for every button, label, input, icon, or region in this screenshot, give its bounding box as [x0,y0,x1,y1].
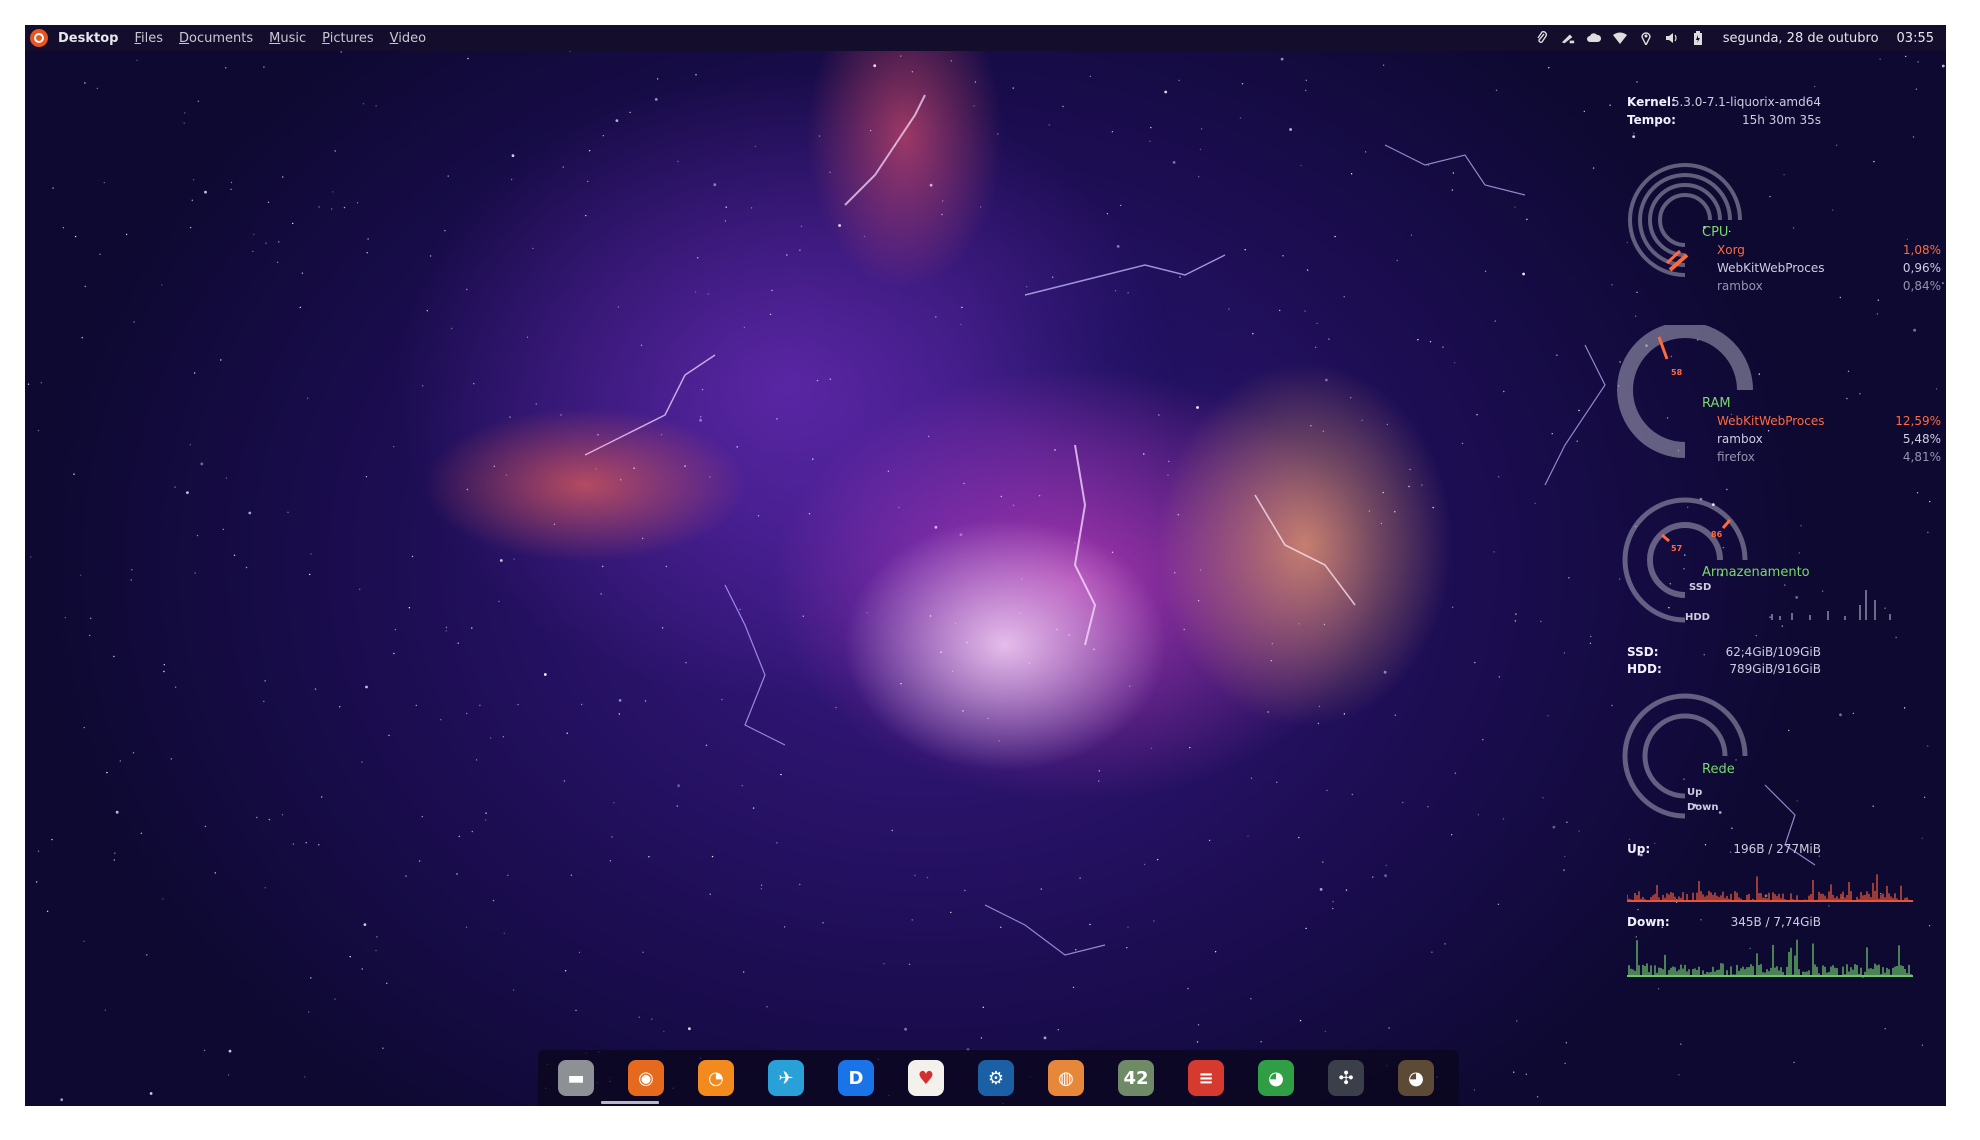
ram-title: RAM [1702,396,1731,411]
cpu-proc-3-value: 0,84% [1902,279,1941,293]
cpu-proc-2-name: WebKitWebProces [1717,261,1825,275]
cpu-proc-1-value: 1,08% [1902,243,1941,257]
davinci-resolve-icon[interactable]: ✣ [1328,1060,1364,1096]
dock: ▬ ◉ ◔ ✈ D ♥ ⚙ ◍ 42 ≡ ◕ ✣ ◕ [538,1050,1459,1106]
ram-proc-2-value: 5,48% [1902,432,1941,446]
ram-proc-2-name: rambox [1717,432,1763,446]
gimp-icon[interactable]: ◕ [1398,1060,1434,1096]
files-icon[interactable]: ▬ [558,1060,594,1096]
ram-proc-1-value: 12,59% [1895,414,1941,428]
net-down-value: 345B / 7,74GiB [1730,915,1821,929]
down-short-label: Down [1687,802,1719,813]
cpu-title: CPU [1702,225,1729,240]
conky-monitor: Kernel: 5.3.0-7.1-liquorix-amd64 Tempo: … [25,25,1946,1106]
chrome-icon[interactable]: ◕ [1258,1060,1294,1096]
card-game-icon[interactable]: ♥ [908,1060,944,1096]
firefox-icon[interactable]: ◉ [628,1060,664,1096]
ram-proc-3-name: firefox [1717,450,1755,464]
ssd-gauge-value: 57 [1671,544,1683,553]
cpu-proc-2-value: 0,96% [1902,261,1941,275]
storage-title: Armazenamento [1702,565,1810,580]
ram-gauge-value: 58 [1671,368,1683,377]
hdd-gauge-value: 86 [1711,530,1723,539]
net-up-graph [1627,874,1913,902]
cpu-proc-3-name: rambox [1717,279,1763,293]
network-ring-gauge [1622,693,1748,819]
hdd-short-label: HDD [1685,612,1710,623]
desktop-screen: Desktop Files Documents Music Pictures V… [25,25,1946,1106]
blender-icon[interactable]: ◍ [1048,1060,1084,1096]
system-monitor-icon[interactable]: 42 [1118,1060,1154,1096]
steam-icon[interactable]: ⚙ [978,1060,1014,1096]
active-app-indicator [601,1101,659,1104]
up-short-label: Up [1687,787,1703,798]
ssd-value: 62,4GiB/109GiB [1725,645,1821,659]
deezer-d-icon[interactable]: D [838,1060,874,1096]
hdd-value: 789GiB/916GiB [1729,662,1821,676]
kernel-value: 5.3.0-7.1-liquorix-amd64 [1671,95,1821,109]
cpu-proc-1-name: Xorg [1717,243,1745,257]
telegram-bird-icon[interactable]: ✈ [768,1060,804,1096]
network-title: Rede [1702,762,1735,777]
net-down-graph [1627,939,1913,977]
mixer-icon[interactable]: ≡ [1188,1060,1224,1096]
ssd-short-label: SSD [1689,582,1712,593]
uptime-value: 15h 30m 35s [1742,113,1821,127]
ram-proc-3-value: 4,81% [1902,450,1941,464]
storage-activity-graph [1771,590,1891,620]
ram-proc-1-name: WebKitWebProces [1717,414,1825,428]
net-up-value: 196B / 277MiB [1733,842,1821,856]
rss-reader-icon[interactable]: ◔ [698,1060,734,1096]
